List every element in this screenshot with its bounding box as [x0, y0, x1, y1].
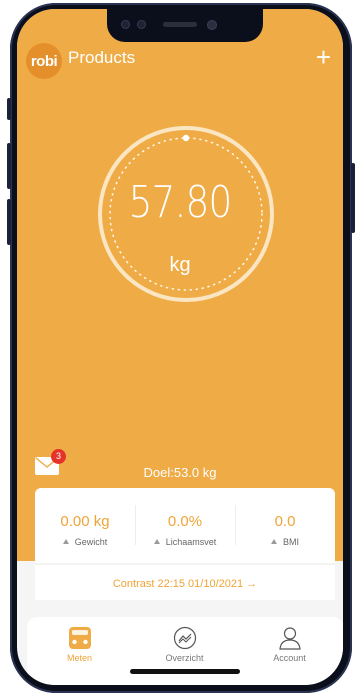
- tab-overzicht[interactable]: Overzicht: [132, 617, 237, 677]
- contrast-label: Contrast 22:15 01/10/2021 →: [112, 578, 258, 590]
- triangle-up-icon: [153, 539, 160, 544]
- page-title: Products: [68, 48, 136, 67]
- stat-weight: 0.00 kg Gewicht: [35, 488, 135, 563]
- stat-label: BMI: [235, 537, 335, 547]
- robi-logo: robi: [26, 43, 62, 79]
- weight-value: 57.80: [128, 177, 233, 228]
- volume-up-button: [7, 143, 11, 189]
- tab-label: Overzicht: [165, 653, 204, 663]
- plus-icon[interactable]: +: [316, 43, 331, 71]
- scale-icon: [68, 627, 91, 649]
- power-button: [351, 163, 355, 233]
- home-indicator[interactable]: [130, 669, 240, 674]
- triangle-up-icon: [270, 539, 277, 544]
- contrast-link[interactable]: Contrast 22:15 01/10/2021 →: [35, 564, 335, 600]
- goal-label: Doel:53.0 kg: [143, 465, 217, 480]
- sensor-dot: [137, 20, 146, 29]
- message-badge: 3: [51, 449, 66, 464]
- tab-label: Meten: [66, 653, 92, 663]
- stat-label: Gewicht: [35, 537, 135, 547]
- chart-icon: [173, 626, 196, 650]
- stats-card: 0.00 kg Gewicht 0.0% Lichaamsvet 0.0 BMI: [35, 488, 335, 563]
- tab-bar: Meten Overzicht Account: [27, 617, 343, 685]
- volume-down-button: [7, 199, 11, 245]
- tab-meten[interactable]: Meten: [27, 617, 132, 677]
- stat-value: 0.0: [274, 513, 296, 530]
- top-bar: robi Products +: [17, 43, 343, 79]
- speaker: [163, 22, 197, 27]
- stat-body-fat: 0.0% Lichaamsvet: [135, 488, 235, 563]
- front-camera: [207, 20, 217, 30]
- stat-value: 0.00 kg: [60, 513, 110, 530]
- stat-bmi: 0.0 BMI: [235, 488, 335, 563]
- app-screen: robi Products + 57.80 kg 3 Doel:53.0 kg …: [17, 9, 343, 685]
- sensor-dot: [121, 20, 130, 29]
- tab-account[interactable]: Account: [237, 617, 342, 677]
- mute-switch: [7, 98, 11, 120]
- stat-value: 0.0%: [167, 513, 203, 530]
- user-icon: [278, 627, 301, 650]
- triangle-up-icon: [62, 539, 69, 544]
- stat-label: Lichaamsvet: [135, 537, 235, 547]
- dial-indicator: [182, 134, 190, 142]
- weight-unit: kg: [169, 254, 191, 276]
- tab-label: Account: [273, 653, 306, 663]
- notch: [107, 9, 263, 42]
